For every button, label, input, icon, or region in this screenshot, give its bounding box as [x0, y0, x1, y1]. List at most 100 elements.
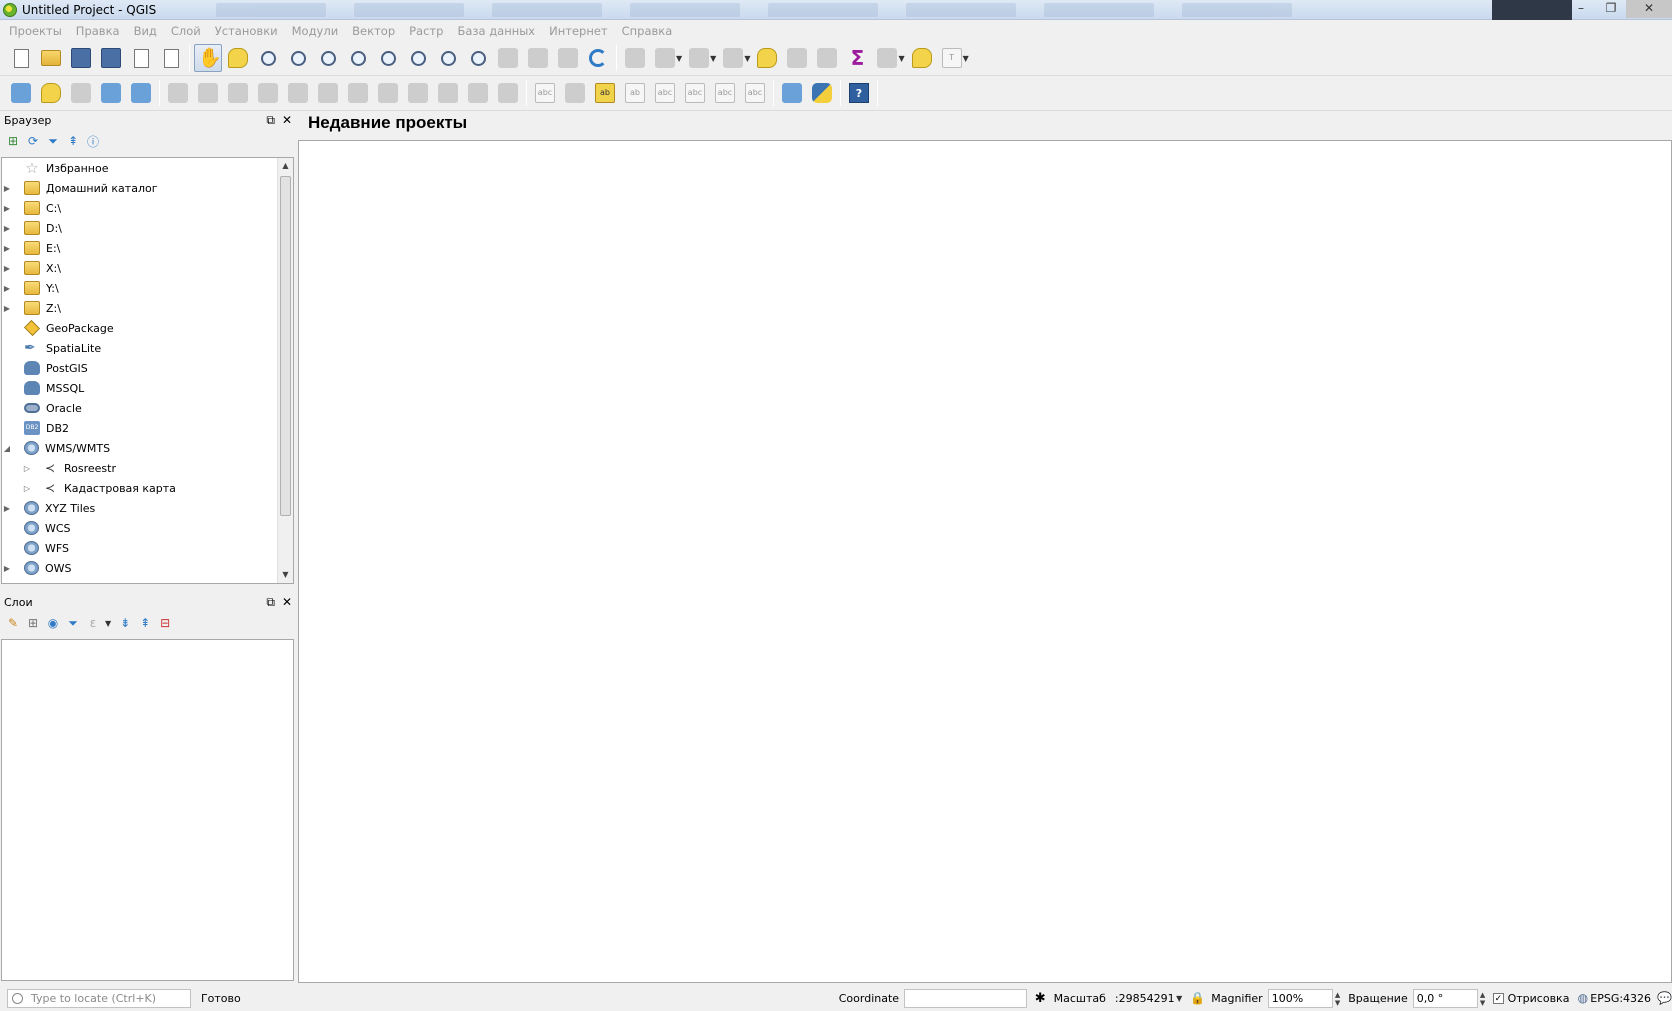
- rotate-label-button[interactable]: abc: [711, 79, 739, 107]
- browser-tree[interactable]: ☆ Избранное ▶ Домашний каталог ▶ C:\ ▶ D:\ ▶ E:\ ▶…: [1, 157, 294, 584]
- new-spatialite-button[interactable]: [97, 79, 125, 107]
- refresh-icon[interactable]: ⟳: [25, 133, 41, 149]
- open-project-button[interactable]: [37, 44, 65, 72]
- float-panel-icon[interactable]: ⧉: [266, 595, 275, 610]
- browser-item[interactable]: ✒ SpatiaLite: [2, 338, 293, 358]
- locator-plugin-button[interactable]: [778, 79, 806, 107]
- expand-arrow-icon[interactable]: ▶: [2, 204, 12, 213]
- zoom-in-button[interactable]: [254, 44, 282, 72]
- save-edits-button[interactable]: [224, 79, 252, 107]
- expand-arrow-icon[interactable]: ▷: [22, 464, 32, 473]
- move-label-button[interactable]: abc: [681, 79, 709, 107]
- browser-item[interactable]: ▶ Z:\: [2, 298, 293, 318]
- select-features-button[interactable]: [685, 44, 713, 72]
- manage-visibility-icon[interactable]: ◉: [45, 615, 61, 631]
- paste-features-button[interactable]: [434, 79, 462, 107]
- menu-projects[interactable]: Проекты: [2, 24, 69, 38]
- magnifier-field[interactable]: 100%: [1267, 989, 1333, 1008]
- new-project-button[interactable]: [7, 44, 35, 72]
- recent-projects-list[interactable]: [298, 140, 1672, 983]
- crs-label[interactable]: EPSG:4326: [1590, 992, 1651, 1005]
- expand-arrow-icon[interactable]: ▷: [22, 484, 32, 493]
- vertex-tool-button[interactable]: [284, 79, 312, 107]
- info-icon[interactable]: ⓘ: [85, 133, 101, 149]
- menu-web[interactable]: Интернет: [542, 24, 615, 38]
- show-hide-labels-button[interactable]: abc: [651, 79, 679, 107]
- browser-item[interactable]: WFS: [2, 538, 293, 558]
- menu-layer[interactable]: Слой: [164, 24, 208, 38]
- run-action-button[interactable]: [651, 44, 679, 72]
- save-as-button[interactable]: [97, 44, 125, 72]
- modify-attributes-button[interactable]: [314, 79, 342, 107]
- menu-vector[interactable]: Вектор: [345, 24, 402, 38]
- zoom-next-button[interactable]: [464, 44, 492, 72]
- select-by-value-button[interactable]: [719, 44, 747, 72]
- map-tips-button[interactable]: [908, 44, 936, 72]
- browser-item[interactable]: PostGIS: [2, 358, 293, 378]
- menu-raster[interactable]: Растр: [402, 24, 450, 38]
- expand-arrow-icon[interactable]: ▶: [2, 564, 12, 573]
- collapse-all-icon[interactable]: ⇞: [137, 615, 153, 631]
- zoom-native-button[interactable]: [314, 44, 342, 72]
- browser-item[interactable]: ◢ WMS/WMTS: [2, 438, 293, 458]
- close-panel-icon[interactable]: ✕: [282, 595, 292, 610]
- copy-features-button[interactable]: [404, 79, 432, 107]
- python-console-button[interactable]: [808, 79, 836, 107]
- menu-database[interactable]: База данных: [450, 24, 542, 38]
- cut-features-button[interactable]: [374, 79, 402, 107]
- scroll-down-icon[interactable]: ▼: [278, 567, 293, 583]
- delete-selected-button[interactable]: [344, 79, 372, 107]
- layout-manager-button[interactable]: [157, 44, 185, 72]
- toggle-editing-button[interactable]: [194, 79, 222, 107]
- close-window-button[interactable]: ✕: [1626, 0, 1672, 18]
- data-source-manager-button[interactable]: [7, 79, 35, 107]
- expand-arrow-icon[interactable]: ▶: [2, 184, 12, 193]
- filter-expression-icon[interactable]: ε: [85, 615, 101, 631]
- scale-field[interactable]: :29854291: [1111, 989, 1176, 1008]
- browser-item[interactable]: ▶ E:\: [2, 238, 293, 258]
- text-annotation-button[interactable]: T: [938, 44, 966, 72]
- add-feature-button[interactable]: [254, 79, 282, 107]
- collapse-all-icon[interactable]: ⇞: [65, 133, 81, 149]
- globe-icon[interactable]: ◍: [1575, 991, 1590, 1007]
- help-button[interactable]: ?: [845, 79, 873, 107]
- expand-arrow-icon[interactable]: ▶: [2, 264, 12, 273]
- messages-icon[interactable]: 💬: [1657, 991, 1672, 1007]
- browser-item[interactable]: ▶ OWS: [2, 558, 293, 578]
- new-print-layout-button[interactable]: [127, 44, 155, 72]
- render-checkbox[interactable]: ✓: [1493, 993, 1504, 1004]
- zoom-to-layer-button[interactable]: [404, 44, 432, 72]
- redo-button[interactable]: [494, 79, 522, 107]
- add-group-icon[interactable]: ⊞: [25, 615, 41, 631]
- expand-arrow-icon[interactable]: ▶: [2, 504, 12, 513]
- toggle-extents-icon[interactable]: ✱: [1033, 991, 1048, 1007]
- statistics-button[interactable]: Σ: [843, 44, 871, 72]
- layer-styling-icon[interactable]: ✎: [5, 615, 21, 631]
- menu-view[interactable]: Вид: [127, 24, 164, 38]
- browser-item[interactable]: MSSQL: [2, 378, 293, 398]
- new-shapefile-button[interactable]: [67, 79, 95, 107]
- new-map-view-button[interactable]: [494, 44, 522, 72]
- new-geopackage-button[interactable]: [37, 79, 65, 107]
- float-panel-icon[interactable]: ⧉: [266, 113, 275, 128]
- browser-item[interactable]: Oracle: [2, 398, 293, 418]
- pan-to-selection-button[interactable]: [224, 44, 252, 72]
- expand-arrow-icon[interactable]: ▶: [2, 304, 12, 313]
- identify-button[interactable]: [621, 44, 649, 72]
- pan-map-button[interactable]: ✋: [194, 44, 222, 72]
- zoom-last-button[interactable]: [434, 44, 462, 72]
- filter-legend-icon[interactable]: ⏷: [65, 615, 81, 631]
- label-toolbar-button[interactable]: abc: [531, 79, 559, 107]
- browser-item[interactable]: ▷ ≺ Кадастровая карта: [2, 478, 293, 498]
- field-calculator-button[interactable]: [813, 44, 841, 72]
- browser-item[interactable]: ▶ XYZ Tiles: [2, 498, 293, 518]
- browser-item[interactable]: ▶ C:\: [2, 198, 293, 218]
- browser-item[interactable]: DB2 DB2: [2, 418, 293, 438]
- measure-button[interactable]: [873, 44, 901, 72]
- menu-plugins[interactable]: Модули: [285, 24, 346, 38]
- rotation-field[interactable]: 0,0 °: [1412, 989, 1478, 1008]
- save-project-button[interactable]: [67, 44, 95, 72]
- layers-tree[interactable]: [1, 639, 294, 981]
- new-virtual-layer-button[interactable]: [127, 79, 155, 107]
- expand-all-icon[interactable]: ⇟: [117, 615, 133, 631]
